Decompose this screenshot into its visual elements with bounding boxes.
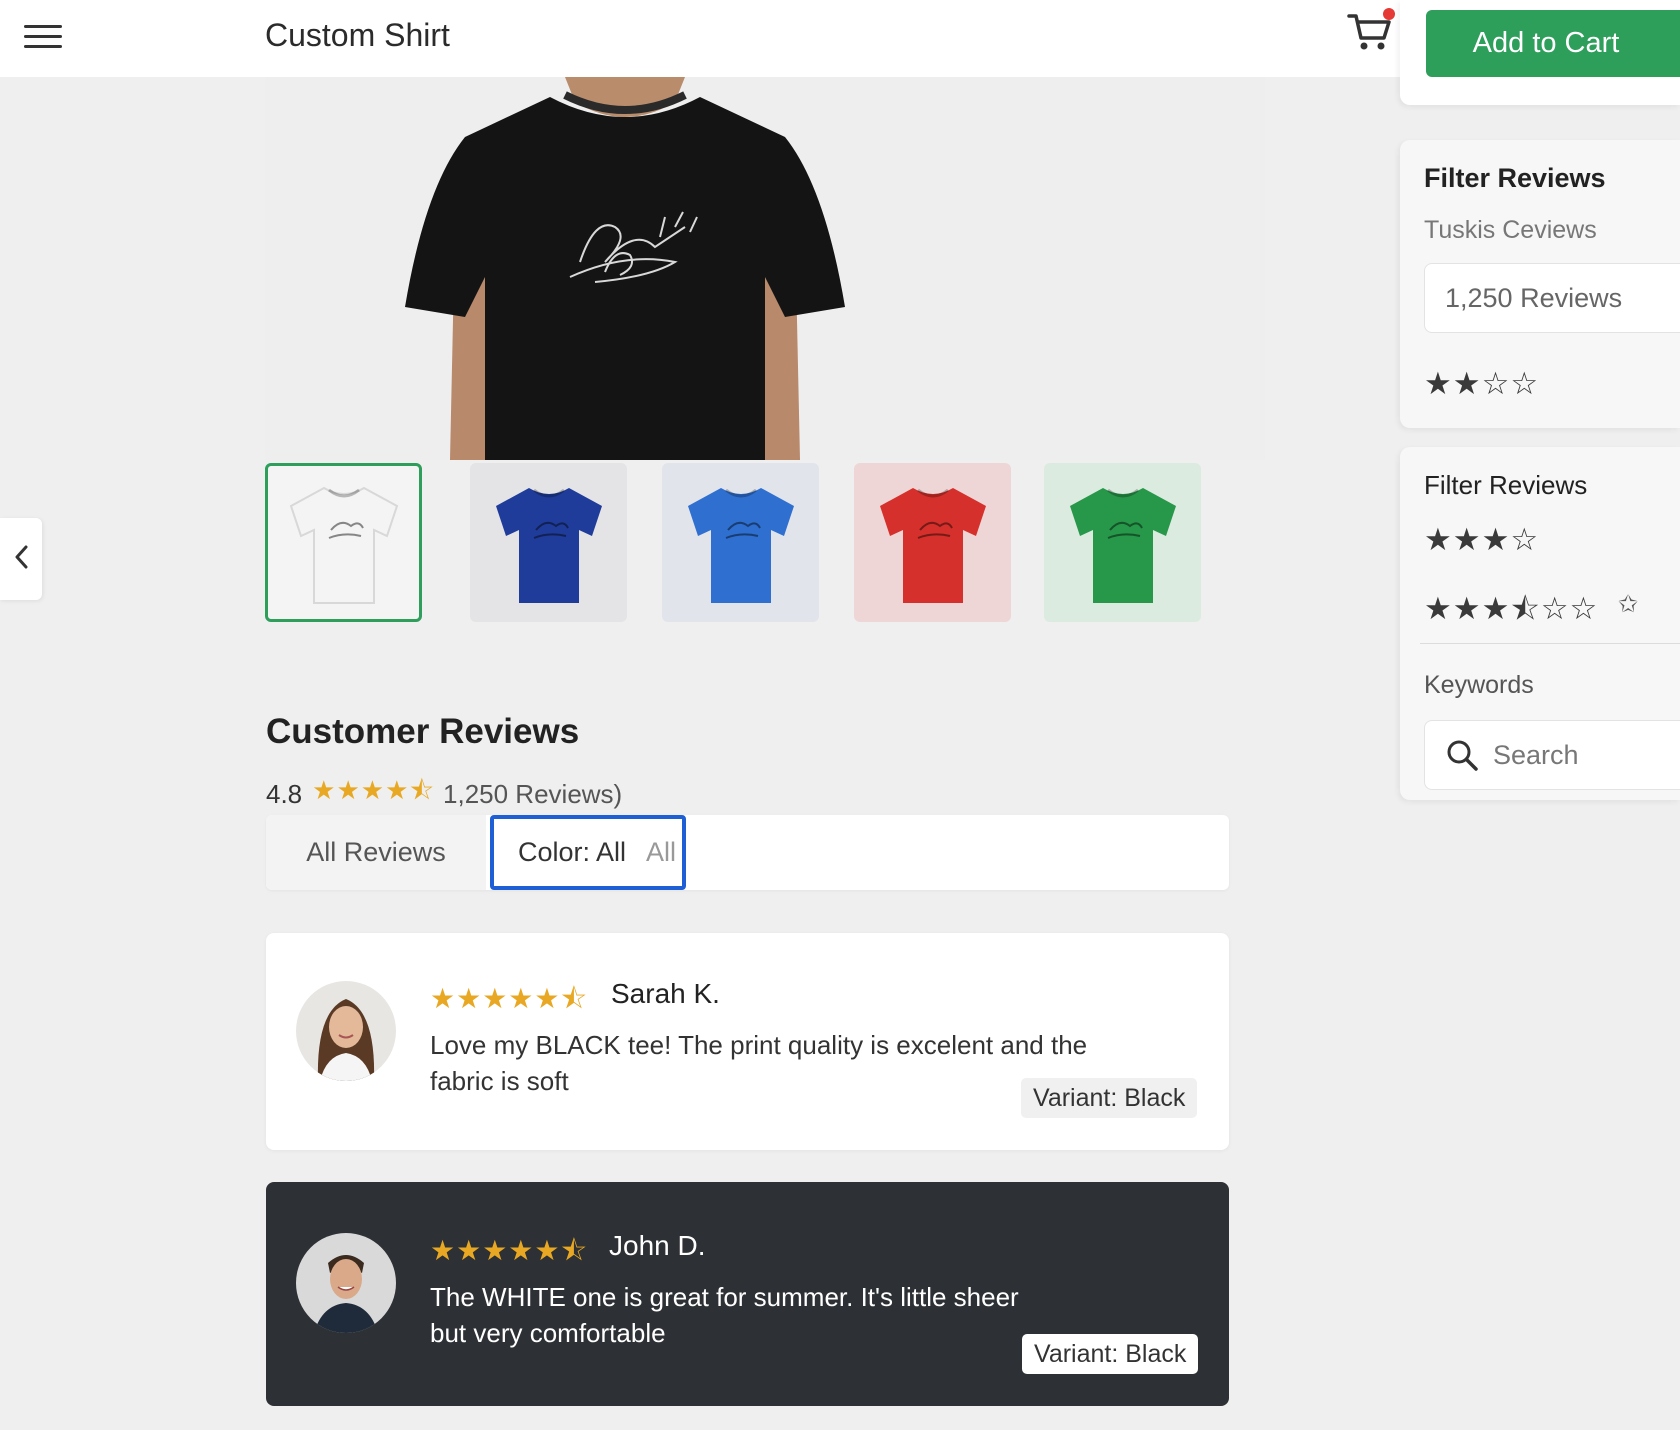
filter-reviews-subheading: Tuskis Ceviews — [1424, 216, 1597, 244]
star-filter-3-5[interactable]: ★★★⯪☆☆ — [1424, 586, 1598, 639]
customer-reviews-title: Customer Reviews — [266, 712, 580, 751]
filter-reviews-heading-secondary: Filter Reviews — [1424, 470, 1588, 500]
tab-all-reviews[interactable]: All Reviews — [266, 815, 486, 890]
average-rating: 4.8 — [266, 778, 303, 809]
avatar — [296, 981, 396, 1081]
tshirt-green-icon — [1069, 487, 1176, 603]
keywords-label: Keywords — [1424, 671, 1534, 699]
tshirt-navy-icon — [495, 487, 602, 603]
average-stars-icon: ★★★★⯪ — [312, 775, 436, 805]
thumbnail-green[interactable] — [1044, 463, 1201, 622]
review-stars: ★★★★★⯪ — [430, 983, 589, 1014]
variant-badge: Variant: Black — [1022, 1334, 1199, 1374]
tshirt-blue-icon — [687, 487, 794, 603]
thumbnail-navy[interactable] — [470, 463, 627, 622]
color-filter-label: Color: All — [518, 837, 627, 867]
divider — [1420, 643, 1680, 644]
tshirt-white-icon — [289, 486, 398, 604]
search-icon — [1445, 738, 1479, 772]
star-filter-3[interactable]: ★★★☆ — [1424, 522, 1539, 558]
avatar — [296, 1233, 396, 1333]
reviews-count-field[interactable]: 1,250 Reviews — [1424, 263, 1680, 333]
review-author: Sarah K. — [611, 978, 720, 1009]
cart-badge — [1383, 8, 1395, 20]
rating-summary: 4.8 ★★★★⯪ 1,250 Reviews) — [266, 772, 622, 816]
filter-reviews-heading: Filter Reviews — [1424, 163, 1606, 193]
thumbnail-white[interactable] — [265, 463, 422, 622]
review-text: The WHITE one is great for summer. It's … — [430, 1282, 1019, 1348]
search-placeholder: Search — [1493, 739, 1579, 770]
review-stars: ★★★★★⯪ — [430, 1235, 589, 1266]
keyword-search-input[interactable]: Search — [1424, 720, 1680, 790]
menu-icon[interactable] — [24, 22, 62, 52]
chevron-left-icon — [14, 545, 28, 574]
tshirt-red-icon — [879, 487, 986, 603]
star-filter-2[interactable]: ★★☆☆ — [1424, 366, 1539, 402]
color-filter-select[interactable]: Color: All All — [490, 815, 686, 890]
previous-image-button[interactable] — [0, 518, 42, 600]
main-product-image — [265, 77, 1265, 460]
thumbnail-red[interactable] — [854, 463, 1011, 622]
top-bar — [0, 0, 1400, 77]
page-title: Custom Shirt — [265, 17, 450, 53]
add-to-cart-button[interactable]: Add to Cart — [1426, 10, 1680, 77]
variant-badge: Variant: Black — [1021, 1078, 1198, 1118]
review-author: John D. — [609, 1230, 706, 1261]
thumbnail-blue[interactable] — [662, 463, 819, 622]
color-filter-value: All — [646, 837, 677, 867]
more-stars-icon[interactable]: ✩ — [1618, 590, 1638, 619]
review-count: 1,250 Reviews) — [443, 778, 623, 809]
